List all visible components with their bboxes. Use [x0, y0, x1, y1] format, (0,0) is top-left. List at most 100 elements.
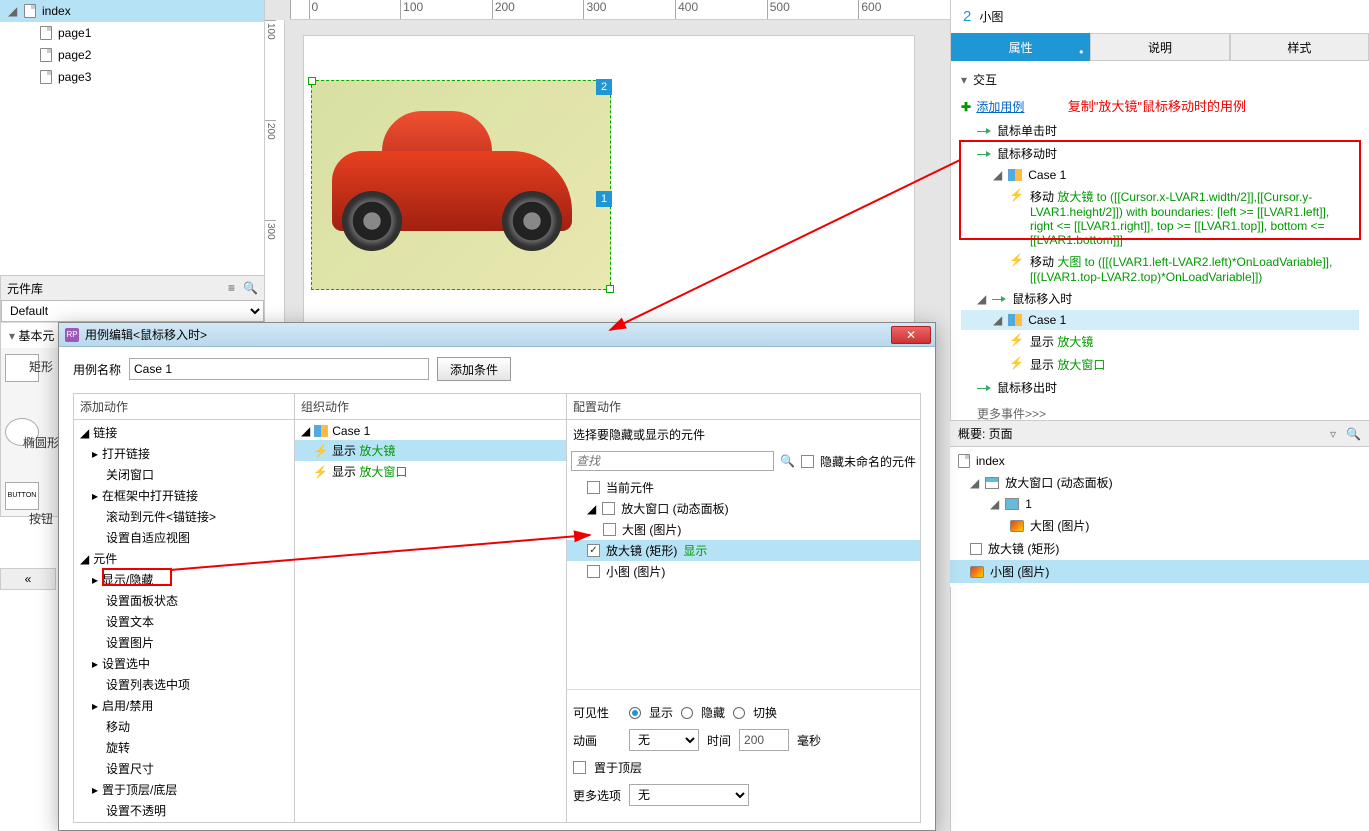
- org-case[interactable]: ◢Case 1: [295, 422, 566, 440]
- tree-focus[interactable]: 获取焦点: [74, 821, 294, 822]
- bring-front-checkbox[interactable]: [573, 761, 586, 774]
- search-input[interactable]: [571, 451, 774, 471]
- search-icon[interactable]: 🔍: [243, 281, 258, 295]
- event-mouseenter[interactable]: ◢鼠标移入时: [961, 287, 1359, 310]
- time-input[interactable]: [739, 729, 789, 751]
- outline-header: 概要: 页面 ▿ 🔍: [950, 421, 1369, 447]
- case-name-input[interactable]: [129, 358, 429, 380]
- tree-open-frame[interactable]: ▸在框架中打开链接: [74, 485, 294, 506]
- shape-label: 矩形: [29, 358, 53, 375]
- search-icon[interactable]: 🔍: [780, 454, 795, 468]
- panel-icon: [985, 477, 999, 489]
- org-show-magnifier[interactable]: ⚡显示 放大镜: [295, 440, 566, 461]
- page-icon: [958, 454, 970, 468]
- outline-bigimg[interactable]: 大图 (图片): [950, 514, 1369, 537]
- page-page2[interactable]: page2: [0, 44, 264, 66]
- hide-unnamed-checkbox[interactable]: [801, 455, 814, 468]
- tab-style[interactable]: 样式: [1230, 33, 1369, 61]
- tree-current[interactable]: 当前元件: [567, 477, 920, 498]
- tree-widgets[interactable]: ◢元件: [74, 548, 294, 569]
- outline-label: index: [976, 454, 1005, 468]
- tree-panel-state[interactable]: 设置面板状态: [74, 590, 294, 611]
- search-icon[interactable]: 🔍: [1346, 427, 1361, 441]
- page-page1[interactable]: page1: [0, 22, 264, 44]
- action-show-magnifier[interactable]: ⚡显示 放大镜: [961, 330, 1359, 353]
- tree-set-image[interactable]: 设置图片: [74, 632, 294, 653]
- anim-select[interactable]: 无: [629, 729, 699, 751]
- tree-adaptive[interactable]: 设置自适应视图: [74, 527, 294, 548]
- outline-index[interactable]: index: [950, 451, 1369, 471]
- tree-enable[interactable]: ▸启用/禁用: [74, 695, 294, 716]
- radio-toggle[interactable]: [733, 707, 745, 719]
- action-move-bigimg[interactable]: ⚡移动 大图 to ([[(LVAR1.left-LVAR2.left)*OnL…: [961, 250, 1359, 287]
- more-select[interactable]: 无: [629, 784, 749, 806]
- tree-scroll[interactable]: 滚动到元件<锚链接>: [74, 506, 294, 527]
- outline-state[interactable]: ◢1: [950, 494, 1369, 514]
- widget-name: 小图: [979, 8, 1003, 25]
- tree-magnifier[interactable]: 放大镜 (矩形) 显示: [567, 540, 920, 561]
- horizontal-ruler: 0 100 200 300 400 500 600: [290, 0, 950, 20]
- event-mouseleave[interactable]: 鼠标移出时: [961, 376, 1359, 399]
- tree-opacity[interactable]: 设置不透明: [74, 800, 294, 821]
- tree-size[interactable]: 设置尺寸: [74, 758, 294, 779]
- bolt-icon: ⚡: [313, 444, 328, 458]
- add-case-link[interactable]: 添加用例: [976, 100, 1024, 114]
- tab-properties[interactable]: 属性•: [951, 33, 1090, 61]
- event-click[interactable]: 鼠标单击时: [961, 119, 1359, 142]
- page-index[interactable]: ◢ index: [0, 0, 264, 22]
- tree-close-window[interactable]: 关闭窗口: [74, 464, 294, 485]
- filter-icon[interactable]: ▿: [1330, 427, 1336, 441]
- column-header: 组织动作: [295, 394, 566, 419]
- bolt-icon: ⚡: [313, 465, 328, 479]
- tree-toggle-icon[interactable]: ◢: [8, 4, 18, 18]
- inspector-title: 2 小图: [951, 0, 1369, 33]
- section-title: 交互: [973, 71, 997, 88]
- shape-button[interactable]: BUTTON: [5, 482, 39, 510]
- checkbox[interactable]: [603, 523, 616, 536]
- tree-links[interactable]: ◢链接: [74, 422, 294, 443]
- action-show-window[interactable]: ⚡显示 放大窗口: [961, 353, 1359, 376]
- tree-smallimg[interactable]: 小图 (图片): [567, 561, 920, 582]
- tree-move[interactable]: 移动: [74, 716, 294, 737]
- ruler-tick: 600: [858, 0, 950, 19]
- ruler-tick: 400: [675, 0, 767, 19]
- column-header: 添加动作: [74, 394, 294, 419]
- bottom-tab[interactable]: «: [0, 568, 56, 590]
- tree-front-back[interactable]: ▸置于顶层/底层: [74, 779, 294, 800]
- page-page3[interactable]: page3: [0, 66, 264, 88]
- name-label: 用例名称: [73, 361, 121, 378]
- checkbox[interactable]: [587, 565, 600, 578]
- pages-panel: ◢ index page1 page2 page3: [0, 0, 265, 275]
- checkbox[interactable]: [602, 502, 615, 515]
- tree-set-selected[interactable]: ▸设置选中: [74, 653, 294, 674]
- tab-notes[interactable]: 说明: [1090, 33, 1229, 61]
- outline-panel-item[interactable]: ◢放大窗口 (动态面板): [950, 471, 1369, 494]
- tree-list-selected[interactable]: 设置列表选中项: [74, 674, 294, 695]
- outline-rect[interactable]: 放大镜 (矩形): [950, 537, 1369, 560]
- more-options-row: 更多选项 无: [573, 780, 914, 810]
- menu-icon[interactable]: ≡: [228, 281, 235, 295]
- dialog-titlebar[interactable]: RP 用例编辑<鼠标移入时> ✕: [59, 323, 935, 347]
- tree-bigimg[interactable]: 大图 (图片): [567, 519, 920, 540]
- dialog-columns: 添加动作 ◢链接 ▸打开链接 关闭窗口 ▸在框架中打开链接 滚动到元件<锚链接>…: [73, 393, 921, 823]
- tree-panel[interactable]: ◢放大窗口 (动态面板): [567, 498, 920, 519]
- org-show-window[interactable]: ⚡显示 放大窗口: [295, 461, 566, 482]
- selected-widget[interactable]: 2 1: [311, 80, 611, 290]
- outline-smallimg[interactable]: 小图 (图片): [950, 560, 1369, 583]
- library-dropdown[interactable]: Default: [1, 300, 264, 322]
- case-name-row: 用例名称 添加条件: [73, 357, 921, 381]
- tree-rotate[interactable]: 旋转: [74, 737, 294, 758]
- tree-open-link[interactable]: ▸打开链接: [74, 443, 294, 464]
- tree-show-hide[interactable]: ▸显示/隐藏: [74, 569, 294, 590]
- add-condition-button[interactable]: 添加条件: [437, 357, 511, 381]
- checkbox[interactable]: [587, 481, 600, 494]
- checkbox[interactable]: [587, 544, 600, 557]
- tree-set-text[interactable]: 设置文本: [74, 611, 294, 632]
- case-row[interactable]: ◢Case 1: [961, 310, 1359, 330]
- close-button[interactable]: ✕: [891, 326, 931, 344]
- app-icon: RP: [65, 328, 79, 342]
- radio-hide[interactable]: [681, 707, 693, 719]
- radio-show[interactable]: [629, 707, 641, 719]
- animation-row: 动画 无 时间 毫秒: [573, 725, 914, 755]
- section-header[interactable]: ▾交互: [961, 67, 1359, 92]
